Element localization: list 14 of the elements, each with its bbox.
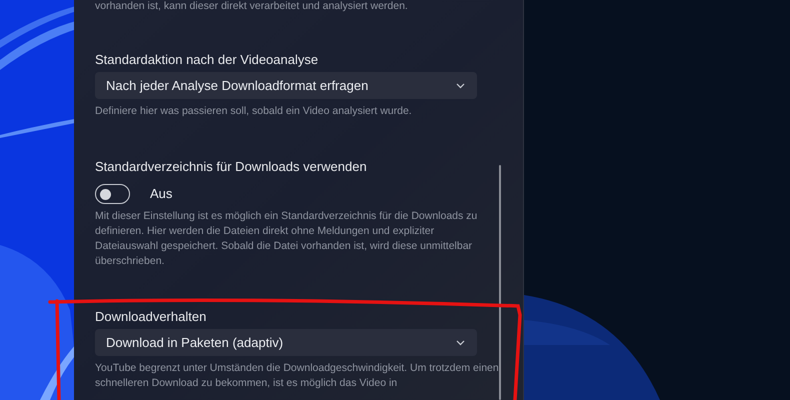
toggle-state-label: Aus [150,185,172,204]
setting-label: Downloadverhalten [95,308,208,326]
chevron-down-icon [456,340,465,346]
dropdown[interactable]: Nach jeder Analyse Downloadformat erfragen [95,72,477,99]
setting-description: vorhanden ist, kann dieser direkt verarbeitet und analysiert werden. [95,0,409,12]
setting-description: Mit dieser Einstellung ist es möglich ein Standardverzeichnis für die Downloads zu definieren. Hier werden die Dateien direkt ohne Meldungen und expliziter Dateiauswahl gespeichert. Sobald die Datei vorhanden ist, wird diese unmittelbar überschrieben. [95,209,478,269]
setting-description: YouTube begrenzt unter Umständen die Downloadgeschwindigkeit. Um trotzdem einen schnelleren Download zu bekommen, ist es möglich das Video in [95,361,500,391]
dropdown[interactable]: Download in Paketen (adaptiv) [95,329,477,356]
toggle-switch[interactable] [95,184,130,204]
setting-description: Definiere hier was passieren soll, sobald ein Video analysiert wurde. [95,104,413,119]
setting-label: Standardaktion nach der Videoanalyse [95,51,320,69]
chevron-down-icon [456,82,465,88]
setting-label: Standardverzeichnis für Downloads verwenden [95,158,368,176]
scrollbar[interactable] [499,165,501,400]
